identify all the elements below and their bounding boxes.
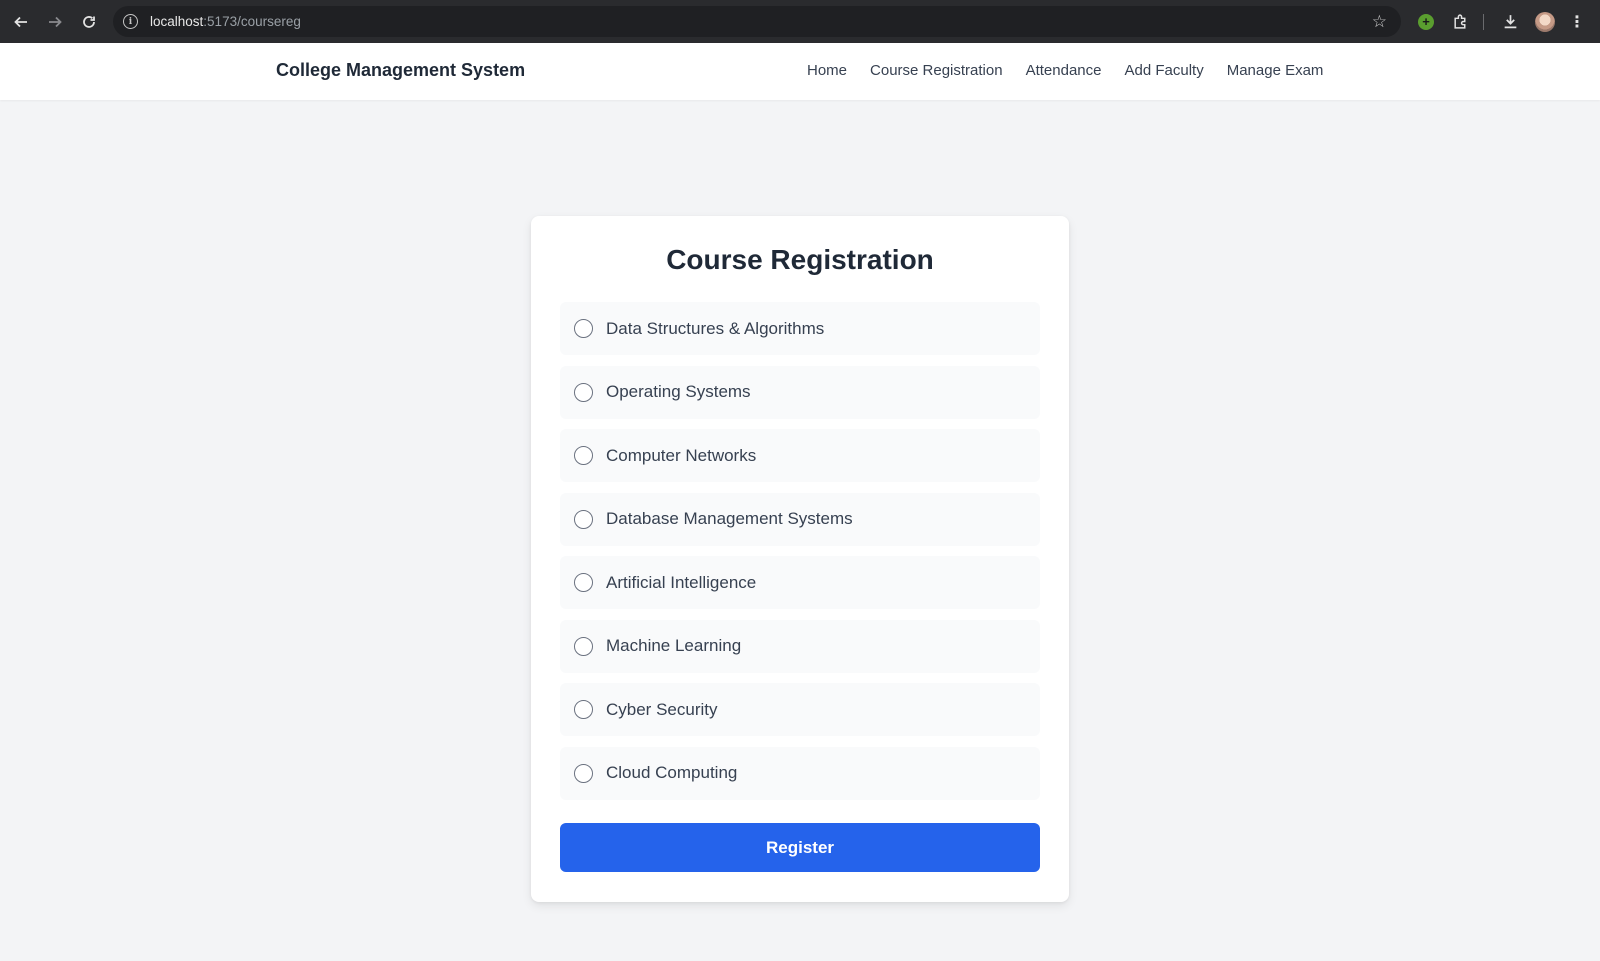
extension-green-icon[interactable]: + — [1418, 13, 1434, 30]
radio-button[interactable] — [574, 509, 593, 529]
course-label: Operating Systems — [606, 382, 751, 401]
course-option-ai[interactable]: Artificial Intelligence — [560, 556, 1040, 609]
nav-link-course-registration[interactable]: Course Registration — [870, 62, 1003, 79]
course-option-computer-networks[interactable]: Computer Networks — [560, 429, 1040, 482]
reload-icon[interactable] — [72, 5, 106, 39]
course-label: Cyber Security — [606, 699, 718, 719]
nav-link-add-faculty[interactable]: Add Faculty — [1124, 62, 1203, 79]
radio-button[interactable] — [574, 636, 593, 656]
download-icon[interactable] — [1502, 13, 1519, 30]
course-option-operating-systems[interactable]: Operating Systems — [560, 365, 1040, 419]
course-option-dbms[interactable]: Database Management Systems — [560, 492, 1040, 546]
course-registration-card: Course Registration Data Structures & Al… — [531, 216, 1069, 902]
forward-icon[interactable] — [38, 5, 72, 39]
browser-toolbar: i localhost:5173/coursereg ☆ + ⋮ — [0, 0, 1600, 43]
register-button[interactable]: Register — [560, 823, 1040, 872]
course-option-cyber-security[interactable]: Cyber Security — [560, 683, 1040, 736]
course-option-dsa[interactable]: Data Structures & Algorithms — [560, 302, 1040, 355]
course-option-machine-learning[interactable]: Machine Learning — [560, 619, 1040, 673]
extensions-puzzle-icon[interactable] — [1452, 13, 1469, 30]
more-menu-icon[interactable]: ⋮ — [1569, 12, 1585, 32]
brand-title[interactable]: College Management System — [276, 60, 525, 81]
address-bar[interactable]: i localhost:5173/coursereg ☆ — [113, 6, 1401, 37]
bookmark-star-icon[interactable]: ☆ — [1372, 12, 1387, 32]
url-host: localhost — [150, 14, 204, 29]
url-path: :5173/coursereg — [203, 14, 301, 29]
nav-link-attendance[interactable]: Attendance — [1026, 62, 1102, 79]
nav-links: Home Course Registration Attendance Add … — [807, 62, 1346, 79]
radio-button[interactable] — [574, 763, 593, 783]
course-option-cloud-computing[interactable]: Cloud Computing — [560, 746, 1040, 800]
course-label: Computer Networks — [606, 445, 757, 465]
nav-link-home[interactable]: Home — [807, 62, 847, 79]
page-title: Course Registration — [666, 244, 934, 275]
course-label: Data Structures & Algorithms — [606, 318, 825, 338]
back-icon[interactable] — [4, 5, 38, 39]
radio-button[interactable] — [574, 700, 593, 719]
nav-link-manage-exam[interactable]: Manage Exam — [1227, 62, 1324, 79]
app-navbar: College Management System Home Course Re… — [0, 43, 1600, 100]
profile-avatar[interactable] — [1535, 11, 1555, 32]
site-info-icon[interactable]: i — [123, 14, 138, 29]
radio-button[interactable] — [574, 573, 593, 592]
radio-button[interactable] — [574, 382, 593, 402]
course-label: Database Management Systems — [606, 509, 853, 528]
course-list: Data Structures & Algorithms Operating S… — [560, 302, 1040, 810]
course-label: Machine Learning — [606, 636, 742, 655]
course-label: Cloud Computing — [606, 763, 738, 782]
radio-button[interactable] — [574, 319, 593, 338]
radio-button[interactable] — [574, 446, 593, 465]
toolbar-divider — [1483, 13, 1484, 30]
course-label: Artificial Intelligence — [606, 572, 757, 592]
